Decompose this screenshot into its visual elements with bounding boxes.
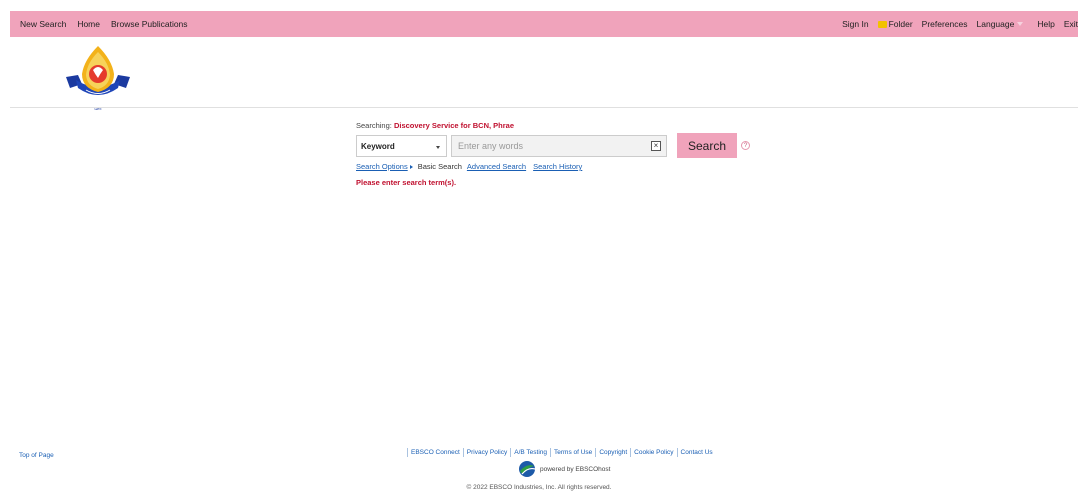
searching-label: Searching: xyxy=(356,121,392,130)
search-placeholder: Enter any words xyxy=(458,141,524,151)
language-label: Language xyxy=(976,19,1015,29)
new-search-link[interactable]: New Search xyxy=(20,19,66,29)
ebsco-logo-icon xyxy=(519,461,535,477)
footer-link-privacy-policy[interactable]: Privacy Policy xyxy=(467,449,507,456)
chevron-right-icon xyxy=(409,164,413,169)
basic-search-label: Basic Search xyxy=(417,162,462,171)
header-divider xyxy=(10,107,1078,108)
database-name: Discovery Service for BCN, Phrae xyxy=(393,121,515,130)
top-of-page-link[interactable]: Top of Page xyxy=(19,452,54,459)
folder-icon xyxy=(877,20,887,28)
search-input[interactable]: Enter any words × xyxy=(451,135,667,157)
powered-by-text: powered by EBSCOhost xyxy=(540,465,611,473)
search-field-value: Keyword xyxy=(361,141,395,151)
exit-link[interactable]: Exit xyxy=(1064,19,1078,29)
footer-link-ab-testing[interactable]: A/B Testing xyxy=(514,449,547,456)
footer-links: EBSCO Connect Privacy Policy A/B Testing… xyxy=(404,448,713,457)
chevron-down-icon xyxy=(1017,22,1024,26)
sign-in-link[interactable]: Sign In xyxy=(842,19,868,29)
footer-link-copyright[interactable]: Copyright xyxy=(599,449,627,456)
search-history-link[interactable]: Search History xyxy=(533,162,582,171)
search-options-link[interactable]: Search Options xyxy=(356,162,408,171)
search-mode-links: Search Options Basic Search Advanced Sea… xyxy=(356,162,582,171)
home-link[interactable]: Home xyxy=(77,19,100,29)
copyright-text: © 2022 EBSCO Industries, Inc. All rights… xyxy=(466,484,612,491)
help-link[interactable]: Help xyxy=(1037,19,1054,29)
folder-link[interactable]: Folder xyxy=(877,19,913,29)
footer-link-contact-us[interactable]: Contact Us xyxy=(681,449,713,456)
footer-link-ebsco-connect[interactable]: EBSCO Connect xyxy=(411,449,460,456)
institution-logo: แพร่ xyxy=(66,46,130,111)
language-menu[interactable]: Language xyxy=(977,19,1024,29)
top-nav-left: New Search Home Browse Publications xyxy=(20,11,199,37)
top-toolbar: New Search Home Browse Publications Sign… xyxy=(10,11,1078,37)
top-nav-right: Sign In Folder Preferences Language Help… xyxy=(833,11,1078,37)
preferences-link[interactable]: Preferences xyxy=(922,19,968,29)
advanced-search-link[interactable]: Advanced Search xyxy=(467,162,526,171)
folder-label: Folder xyxy=(888,19,913,29)
search-button[interactable]: Search xyxy=(677,133,737,158)
error-message: Please enter search term(s). xyxy=(356,178,457,187)
footer-link-cookie-policy[interactable]: Cookie Policy xyxy=(634,449,673,456)
powered-by: powered by EBSCOhost xyxy=(519,461,611,477)
search-field-select[interactable]: Keyword xyxy=(356,135,447,157)
searching-line: Searching: Discovery Service for BCN, Ph… xyxy=(356,121,514,130)
chevron-down-icon xyxy=(436,146,440,149)
help-icon[interactable]: ? xyxy=(741,141,750,150)
clear-icon[interactable]: × xyxy=(651,141,661,151)
footer-link-terms-of-use[interactable]: Terms of Use xyxy=(554,449,592,456)
browse-publications-link[interactable]: Browse Publications xyxy=(111,19,188,29)
